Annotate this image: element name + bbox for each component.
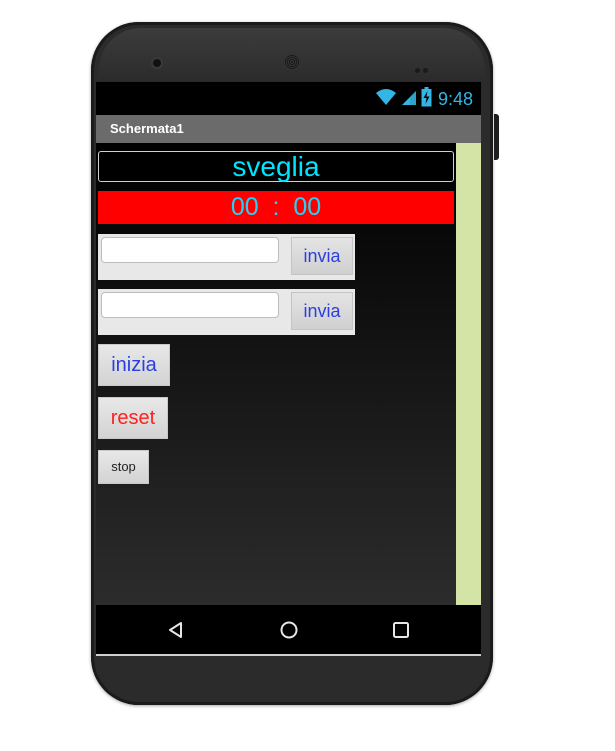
cell-signal-icon bbox=[401, 88, 417, 111]
battery-charging-icon bbox=[421, 86, 432, 112]
send-button-2[interactable]: invia bbox=[291, 292, 353, 330]
alarm-label: sveglia bbox=[98, 151, 454, 182]
input-row-2: invia bbox=[98, 289, 355, 335]
stop-button[interactable]: stop bbox=[98, 450, 149, 484]
time-display: 00 : 00 bbox=[98, 191, 454, 224]
screen-bottom-edge bbox=[96, 654, 481, 656]
reset-button[interactable]: reset bbox=[98, 397, 168, 439]
recents-square-icon[interactable] bbox=[388, 617, 414, 643]
screen-content: sveglia 00 : 00 invia invia inizia reset… bbox=[96, 143, 456, 605]
earpiece-speaker-icon bbox=[284, 54, 300, 70]
screen-title: Schermata1 bbox=[110, 121, 184, 136]
navigation-bar bbox=[96, 605, 481, 654]
status-icons: 9:48 bbox=[375, 86, 473, 112]
status-bar: 9:48 bbox=[96, 82, 481, 115]
front-camera-icon bbox=[153, 59, 161, 67]
app-title-bar: Schermata1 bbox=[96, 115, 481, 143]
text-input-2[interactable] bbox=[101, 292, 279, 318]
status-clock: 9:48 bbox=[437, 88, 473, 109]
wifi-icon bbox=[375, 88, 397, 111]
home-circle-icon[interactable] bbox=[276, 617, 302, 643]
proximity-sensor-icon bbox=[415, 60, 433, 73]
input-row-1: invia bbox=[98, 234, 355, 280]
device-screen: 9:48 Schermata1 sveglia 00 : 00 invia in… bbox=[96, 82, 481, 654]
start-button[interactable]: inizia bbox=[98, 344, 170, 386]
send-button-1[interactable]: invia bbox=[291, 237, 353, 275]
side-panel bbox=[456, 143, 481, 605]
back-triangle-icon[interactable] bbox=[163, 617, 189, 643]
power-side-button[interactable] bbox=[494, 114, 499, 160]
text-input-1[interactable] bbox=[101, 237, 279, 263]
